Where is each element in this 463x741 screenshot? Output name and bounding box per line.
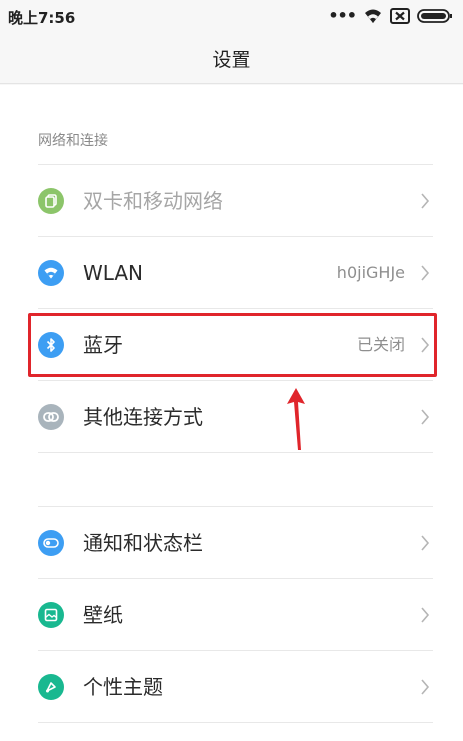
- settings-item-label: 其他连接方式: [83, 405, 203, 429]
- settings-list: 网络和连接 双卡和移动网络 WLAN h0jiGHJe 蓝牙 已关闭 其他连接方…: [0, 85, 463, 741]
- more-dots-icon: •••: [328, 6, 357, 25]
- wifi-icon: [365, 9, 381, 23]
- chevron-right-icon: [421, 193, 430, 209]
- dual-sim-icon: [38, 188, 64, 214]
- link-icon: [38, 404, 64, 430]
- settings-item-label: 壁纸: [83, 603, 123, 627]
- chevron-right-icon: [421, 607, 430, 623]
- settings-item-other-connections[interactable]: 其他连接方式: [0, 381, 463, 453]
- chevron-right-icon: [421, 265, 430, 281]
- chevron-right-icon: [421, 535, 430, 551]
- status-icons: •••: [328, 8, 453, 24]
- settings-item-wallpaper[interactable]: 壁纸: [0, 579, 463, 651]
- page-title: 设置: [212, 49, 251, 71]
- divider: [38, 722, 433, 723]
- arrow-up-icon: [287, 388, 305, 450]
- title-bar: 设置: [0, 34, 463, 84]
- wlan-network-name: h0jiGHJe: [336, 263, 405, 282]
- section-header-network: 网络和连接: [38, 133, 108, 149]
- divider: [38, 452, 433, 453]
- wallpaper-icon: [38, 602, 64, 628]
- status-bar: 晚上7:56 •••: [0, 0, 463, 34]
- settings-item-wlan[interactable]: WLAN h0jiGHJe: [0, 237, 463, 309]
- settings-item-themes[interactable]: 个性主题: [0, 651, 463, 723]
- settings-item-label: 通知和状态栏: [83, 531, 203, 555]
- settings-item-label: WLAN: [83, 261, 144, 285]
- highlight-box: [28, 313, 437, 377]
- battery-icon: [417, 9, 452, 23]
- no-sim-icon: [390, 8, 410, 24]
- wifi-icon: [38, 260, 64, 286]
- settings-item-notifications[interactable]: 通知和状态栏: [0, 507, 463, 579]
- settings-item-label: 双卡和移动网络: [83, 189, 223, 213]
- chevron-right-icon: [421, 409, 430, 425]
- chevron-right-icon: [421, 679, 430, 695]
- toggle-icon: [38, 530, 64, 556]
- settings-item-label: 个性主题: [83, 675, 163, 699]
- status-time: 晚上7:56: [8, 9, 76, 27]
- settings-item-dual-sim[interactable]: 双卡和移动网络: [0, 165, 463, 237]
- theme-brush-icon: [38, 674, 64, 700]
